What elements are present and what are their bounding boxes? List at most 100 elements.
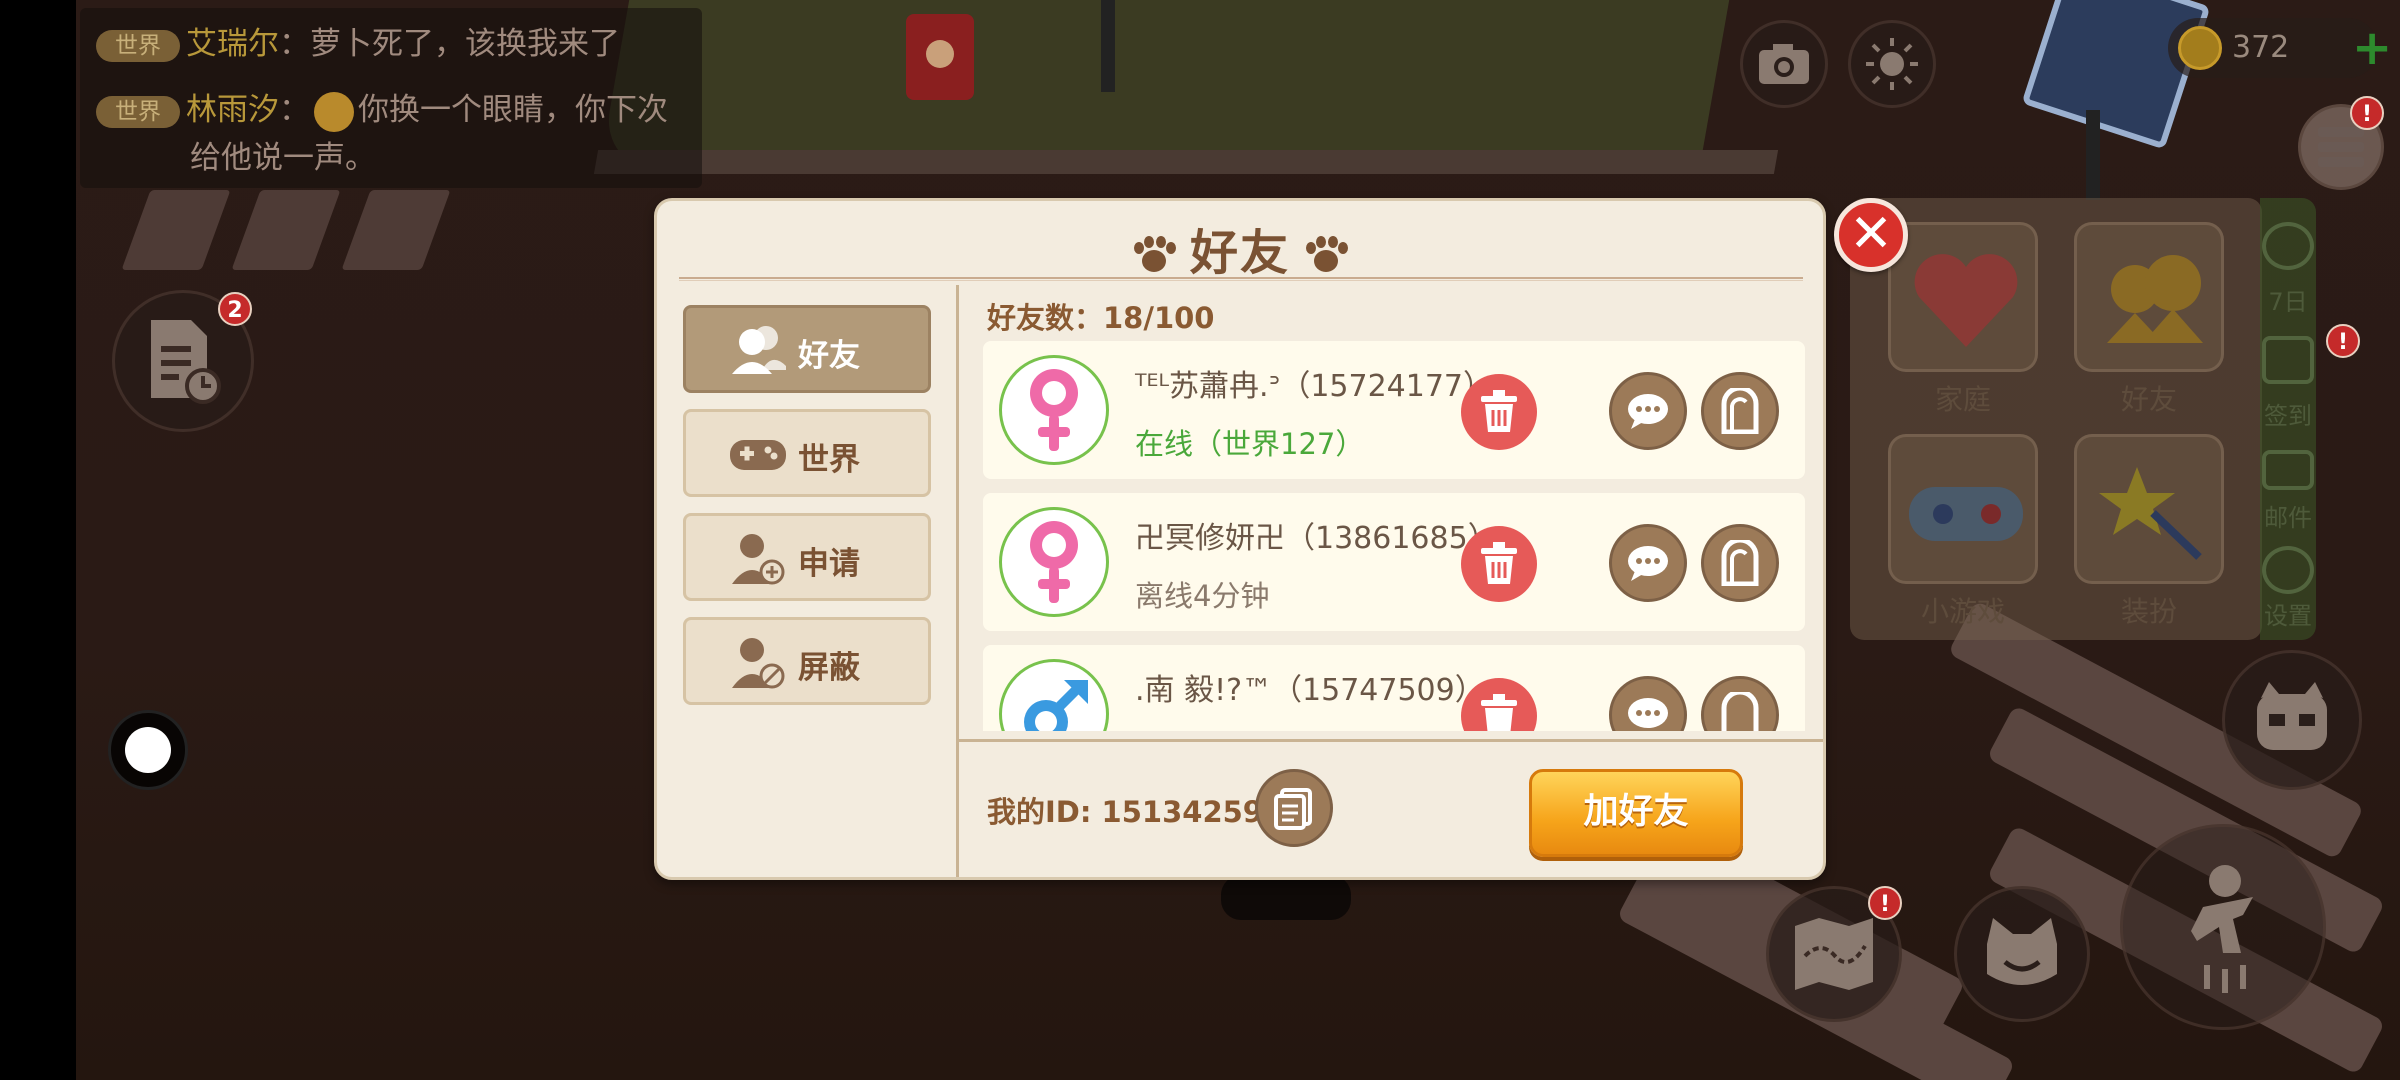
chat-bubble-icon [1628, 698, 1668, 728]
copy-id-button[interactable] [1255, 769, 1333, 847]
chat-bubble-icon [1628, 394, 1668, 429]
delete-friend-button[interactable] [1461, 374, 1537, 450]
chat-text-continued: 给他说一声。 [190, 140, 376, 176]
brightness-button[interactable] [1848, 20, 1936, 108]
chat-box[interactable]: 世界 艾瑞尔：萝卜死了，该换我来了 世界 林雨汐： 你换一个眼睛，你下次 给他说一声。 [80, 8, 702, 188]
map-badge: ! [1868, 886, 1902, 920]
coin-counter: 372 [2168, 18, 2378, 78]
side-menu-label: 家庭 [1934, 383, 1991, 416]
paw-icon [1132, 236, 1176, 276]
crosswalk-stripe [121, 190, 231, 270]
visit-home-button[interactable] [1701, 372, 1779, 450]
gamepad-icon [1909, 487, 2023, 541]
strip-label: 邮件 [2264, 504, 2312, 532]
block-user-icon [732, 638, 785, 689]
copy-icon [1274, 788, 1312, 830]
door-icon [1721, 540, 1759, 586]
friend-status: 在线（世界127） [1135, 427, 1365, 461]
crosswalk-stripe [341, 190, 451, 270]
avatar[interactable] [999, 355, 1109, 465]
camera-button[interactable] [1740, 20, 1828, 108]
paw-icon [1304, 236, 1348, 276]
family-button[interactable] [1888, 222, 2038, 372]
document-clock-icon [151, 320, 221, 404]
tab-blocked[interactable]: 屏蔽 [683, 617, 931, 705]
strip-label: 7日 [2268, 288, 2308, 316]
friend-row[interactable]: .南 毅!?™（15747509） [983, 645, 1805, 731]
friend-row[interactable]: 卍冥修妍卍（13861685） 离线4分钟 [983, 493, 1805, 631]
camera-icon [1759, 44, 1809, 84]
female-icon [1030, 369, 1078, 451]
strip-label: 签到 [2264, 402, 2312, 430]
lamp-post [1101, 0, 1115, 92]
seven-day-icon[interactable] [2262, 222, 2314, 270]
trash-icon [1481, 390, 1517, 432]
jump-button[interactable] [2120, 824, 2326, 1030]
my-id-label: 我的ID: 15134259 [987, 795, 1263, 829]
add-friend-button[interactable]: 加好友 [1529, 769, 1743, 857]
coin-value: 372 [2232, 30, 2290, 65]
friends-icon [2107, 255, 2203, 343]
map-icon [1795, 918, 1873, 990]
chat-bubble-icon [1628, 546, 1668, 581]
side-menu-label: 小游戏 [1920, 595, 2005, 628]
friend-list[interactable]: ᵀᴱᴸ苏蕭冉.ᐣ（15724177） 在线（世界127） 卍冥修妍卍（13861… [983, 341, 1805, 731]
mail-icon[interactable] [2262, 450, 2314, 490]
tab-friends[interactable]: 好友 [683, 305, 931, 393]
tab-label: 屏蔽 [798, 650, 860, 686]
chat-sender[interactable]: 艾瑞尔 [186, 26, 279, 62]
channel-tag: 世界 [96, 95, 180, 128]
avatar[interactable] [999, 659, 1109, 731]
add-user-icon [732, 534, 785, 585]
add-coins-button[interactable]: + [2352, 24, 2392, 72]
strip-label: 设置 [2264, 602, 2312, 630]
checkin-icon[interactable] [2262, 336, 2314, 384]
close-button[interactable]: ✕ [1834, 198, 1908, 272]
chat-button[interactable] [1609, 676, 1687, 731]
gamepad-icon [730, 440, 786, 470]
avatar[interactable] [999, 507, 1109, 617]
male-icon [1024, 680, 1088, 731]
settings-gear-icon[interactable] [2262, 546, 2314, 594]
friend-status: 离线4分钟 [1135, 579, 1270, 613]
friends-dialog: 好友 好友 世界 申请 屏蔽 好友数：18/100 ᵀᴱᴸ苏蕭冉.ᐣ（15724… [654, 198, 1826, 880]
chat-sender[interactable]: 林雨汐 [186, 92, 279, 128]
door-icon [1721, 388, 1759, 434]
title-divider [679, 277, 1803, 281]
visit-home-button[interactable] [1701, 524, 1779, 602]
list-menu-icon [2318, 127, 2364, 167]
chat-button[interactable] [1609, 524, 1687, 602]
joystick-knob[interactable] [125, 727, 171, 773]
chat-button[interactable] [1609, 372, 1687, 450]
channel-tag: 世界 [96, 29, 180, 62]
joystick[interactable] [108, 710, 188, 790]
trash-icon [1481, 694, 1517, 731]
delete-friend-button[interactable] [1461, 526, 1537, 602]
friends-icon [732, 326, 786, 374]
pet-face-icon [2257, 682, 2327, 750]
emote-button[interactable] [1954, 886, 2090, 1022]
red-envelope-icon[interactable] [906, 14, 974, 100]
jump-icon [2191, 865, 2253, 993]
pet-button[interactable] [2222, 650, 2362, 790]
visit-home-button[interactable] [1701, 676, 1779, 731]
curb [593, 150, 1779, 174]
side-menu-label: 装扮 [2120, 595, 2177, 628]
checkin-badge: ! [2326, 324, 2360, 358]
tab-world[interactable]: 世界 [683, 409, 931, 497]
dressup-button[interactable] [2074, 434, 2224, 584]
dialog-title: 好友 [657, 213, 1823, 283]
friend-row[interactable]: ᵀᴱᴸ苏蕭冉.ᐣ（15724177） 在线（世界127） [983, 341, 1805, 479]
bottom-divider [959, 739, 1823, 742]
tab-requests[interactable]: 申请 [683, 513, 931, 601]
quest-badge: 2 [218, 292, 252, 326]
heart-icon [1914, 254, 2018, 347]
door-icon [1721, 692, 1759, 731]
tab-label: 世界 [798, 442, 860, 478]
female-icon [1030, 521, 1078, 603]
friends-menu-button[interactable] [2074, 222, 2224, 372]
chat-message: 世界 艾瑞尔：萝卜死了，该换我来了 [96, 20, 620, 68]
emoji-icon [314, 91, 354, 132]
minigame-button[interactable] [1888, 434, 2038, 584]
sun-icon [1866, 38, 1918, 90]
